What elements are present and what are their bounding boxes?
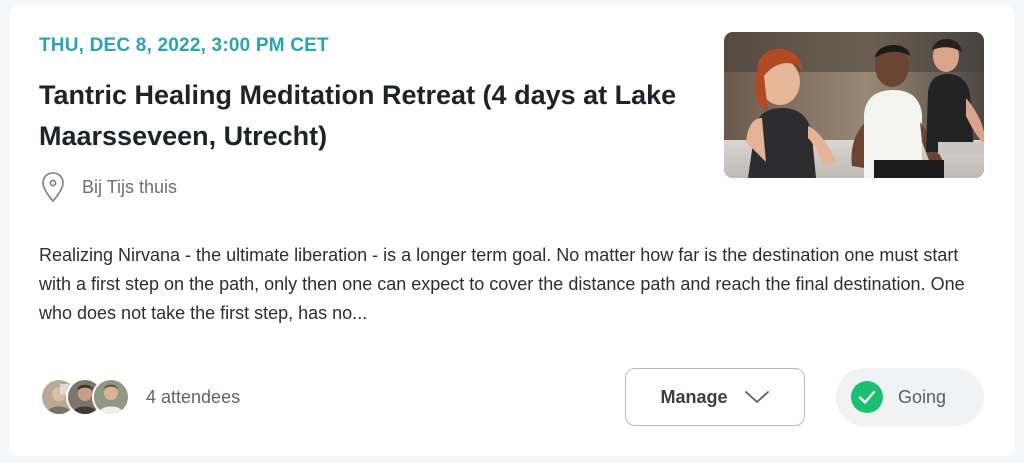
event-date: THU, DEC 8, 2022, 3:00 PM CET [39,35,329,56]
attendee-count: 4 attendees [146,386,241,407]
event-thumbnail[interactable] [724,32,984,178]
event-card[interactable]: THU, DEC 8, 2022, 3:00 PM CET Tantric He… [10,5,1014,456]
chevron-down-icon [744,391,769,403]
going-button[interactable]: Going [836,368,984,426]
location-label: Bij Tijs thuis [82,176,178,197]
manage-label: Manage [660,386,728,407]
going-label: Going [898,386,947,407]
map-pin-icon [42,172,64,203]
attendees[interactable]: 4 attendees [40,377,240,417]
avatar[interactable] [92,378,130,416]
event-location: Bij Tijs thuis [40,171,177,203]
meditation-photo [724,32,984,178]
attendee-avatars[interactable] [40,378,130,416]
manage-button[interactable]: Manage [625,368,805,426]
check-circle-icon [851,381,883,413]
event-title[interactable]: Tantric Healing Meditation Retreat (4 da… [39,75,699,157]
event-description: Realizing Nirvana - the ultimate liberat… [39,245,965,323]
